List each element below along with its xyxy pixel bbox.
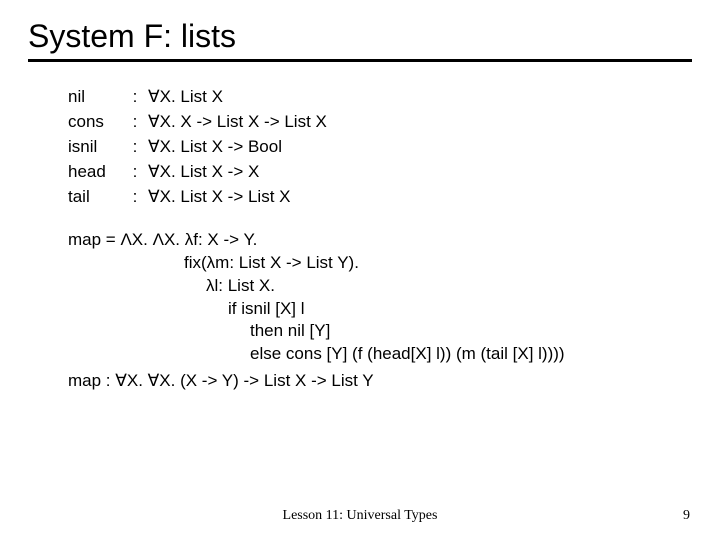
slide: System F: lists nil : ∀X. List X cons : … — [0, 0, 720, 540]
sig-colon: : — [128, 161, 148, 186]
table-row: cons : ∀X. X -> List X -> List X — [68, 111, 333, 136]
sig-colon: : — [128, 186, 148, 211]
footer-lesson: Lesson 11: Universal Types — [0, 508, 720, 524]
sig-colon: : — [128, 86, 148, 111]
map-signature: map : ∀X. ∀X. (X -> Y) -> List X -> List… — [68, 370, 692, 393]
sig-colon: : — [128, 111, 148, 136]
sig-name: nil — [68, 86, 128, 111]
map-line: fix(λm: List X -> List Y). — [68, 252, 692, 275]
table-row: nil : ∀X. List X — [68, 86, 333, 111]
sig-name: head — [68, 161, 128, 186]
map-definition: map = ΛX. ΛX. λf: X -> Y. fix(λm: List X… — [68, 229, 692, 367]
sig-name: tail — [68, 186, 128, 211]
table-row: tail : ∀X. List X -> List X — [68, 186, 333, 211]
sig-type: ∀X. List X -> X — [148, 161, 333, 186]
footer-page-number: 9 — [683, 508, 690, 524]
slide-footer: Lesson 11: Universal Types 9 — [0, 508, 720, 524]
sig-type: ∀X. List X -> List X — [148, 186, 333, 211]
map-line: then nil [Y] — [68, 320, 692, 343]
map-line: map = ΛX. ΛX. λf: X -> Y. — [68, 229, 692, 252]
signature-table: nil : ∀X. List X cons : ∀X. X -> List X … — [68, 86, 333, 211]
title-underline — [28, 59, 692, 62]
sig-colon: : — [128, 136, 148, 161]
table-row: isnil : ∀X. List X -> Bool — [68, 136, 333, 161]
sig-name: isnil — [68, 136, 128, 161]
sig-type: ∀X. List X -> Bool — [148, 136, 333, 161]
slide-title: System F: lists — [28, 18, 692, 55]
sig-type: ∀X. X -> List X -> List X — [148, 111, 333, 136]
sig-type: ∀X. List X — [148, 86, 333, 111]
map-line: λl: List X. — [68, 275, 692, 298]
slide-body: nil : ∀X. List X cons : ∀X. X -> List X … — [28, 86, 692, 393]
map-line: else cons [Y] (f (head[X] l)) (m (tail [… — [68, 343, 692, 366]
map-line: if isnil [X] l — [68, 298, 692, 321]
table-row: head : ∀X. List X -> X — [68, 161, 333, 186]
sig-name: cons — [68, 111, 128, 136]
